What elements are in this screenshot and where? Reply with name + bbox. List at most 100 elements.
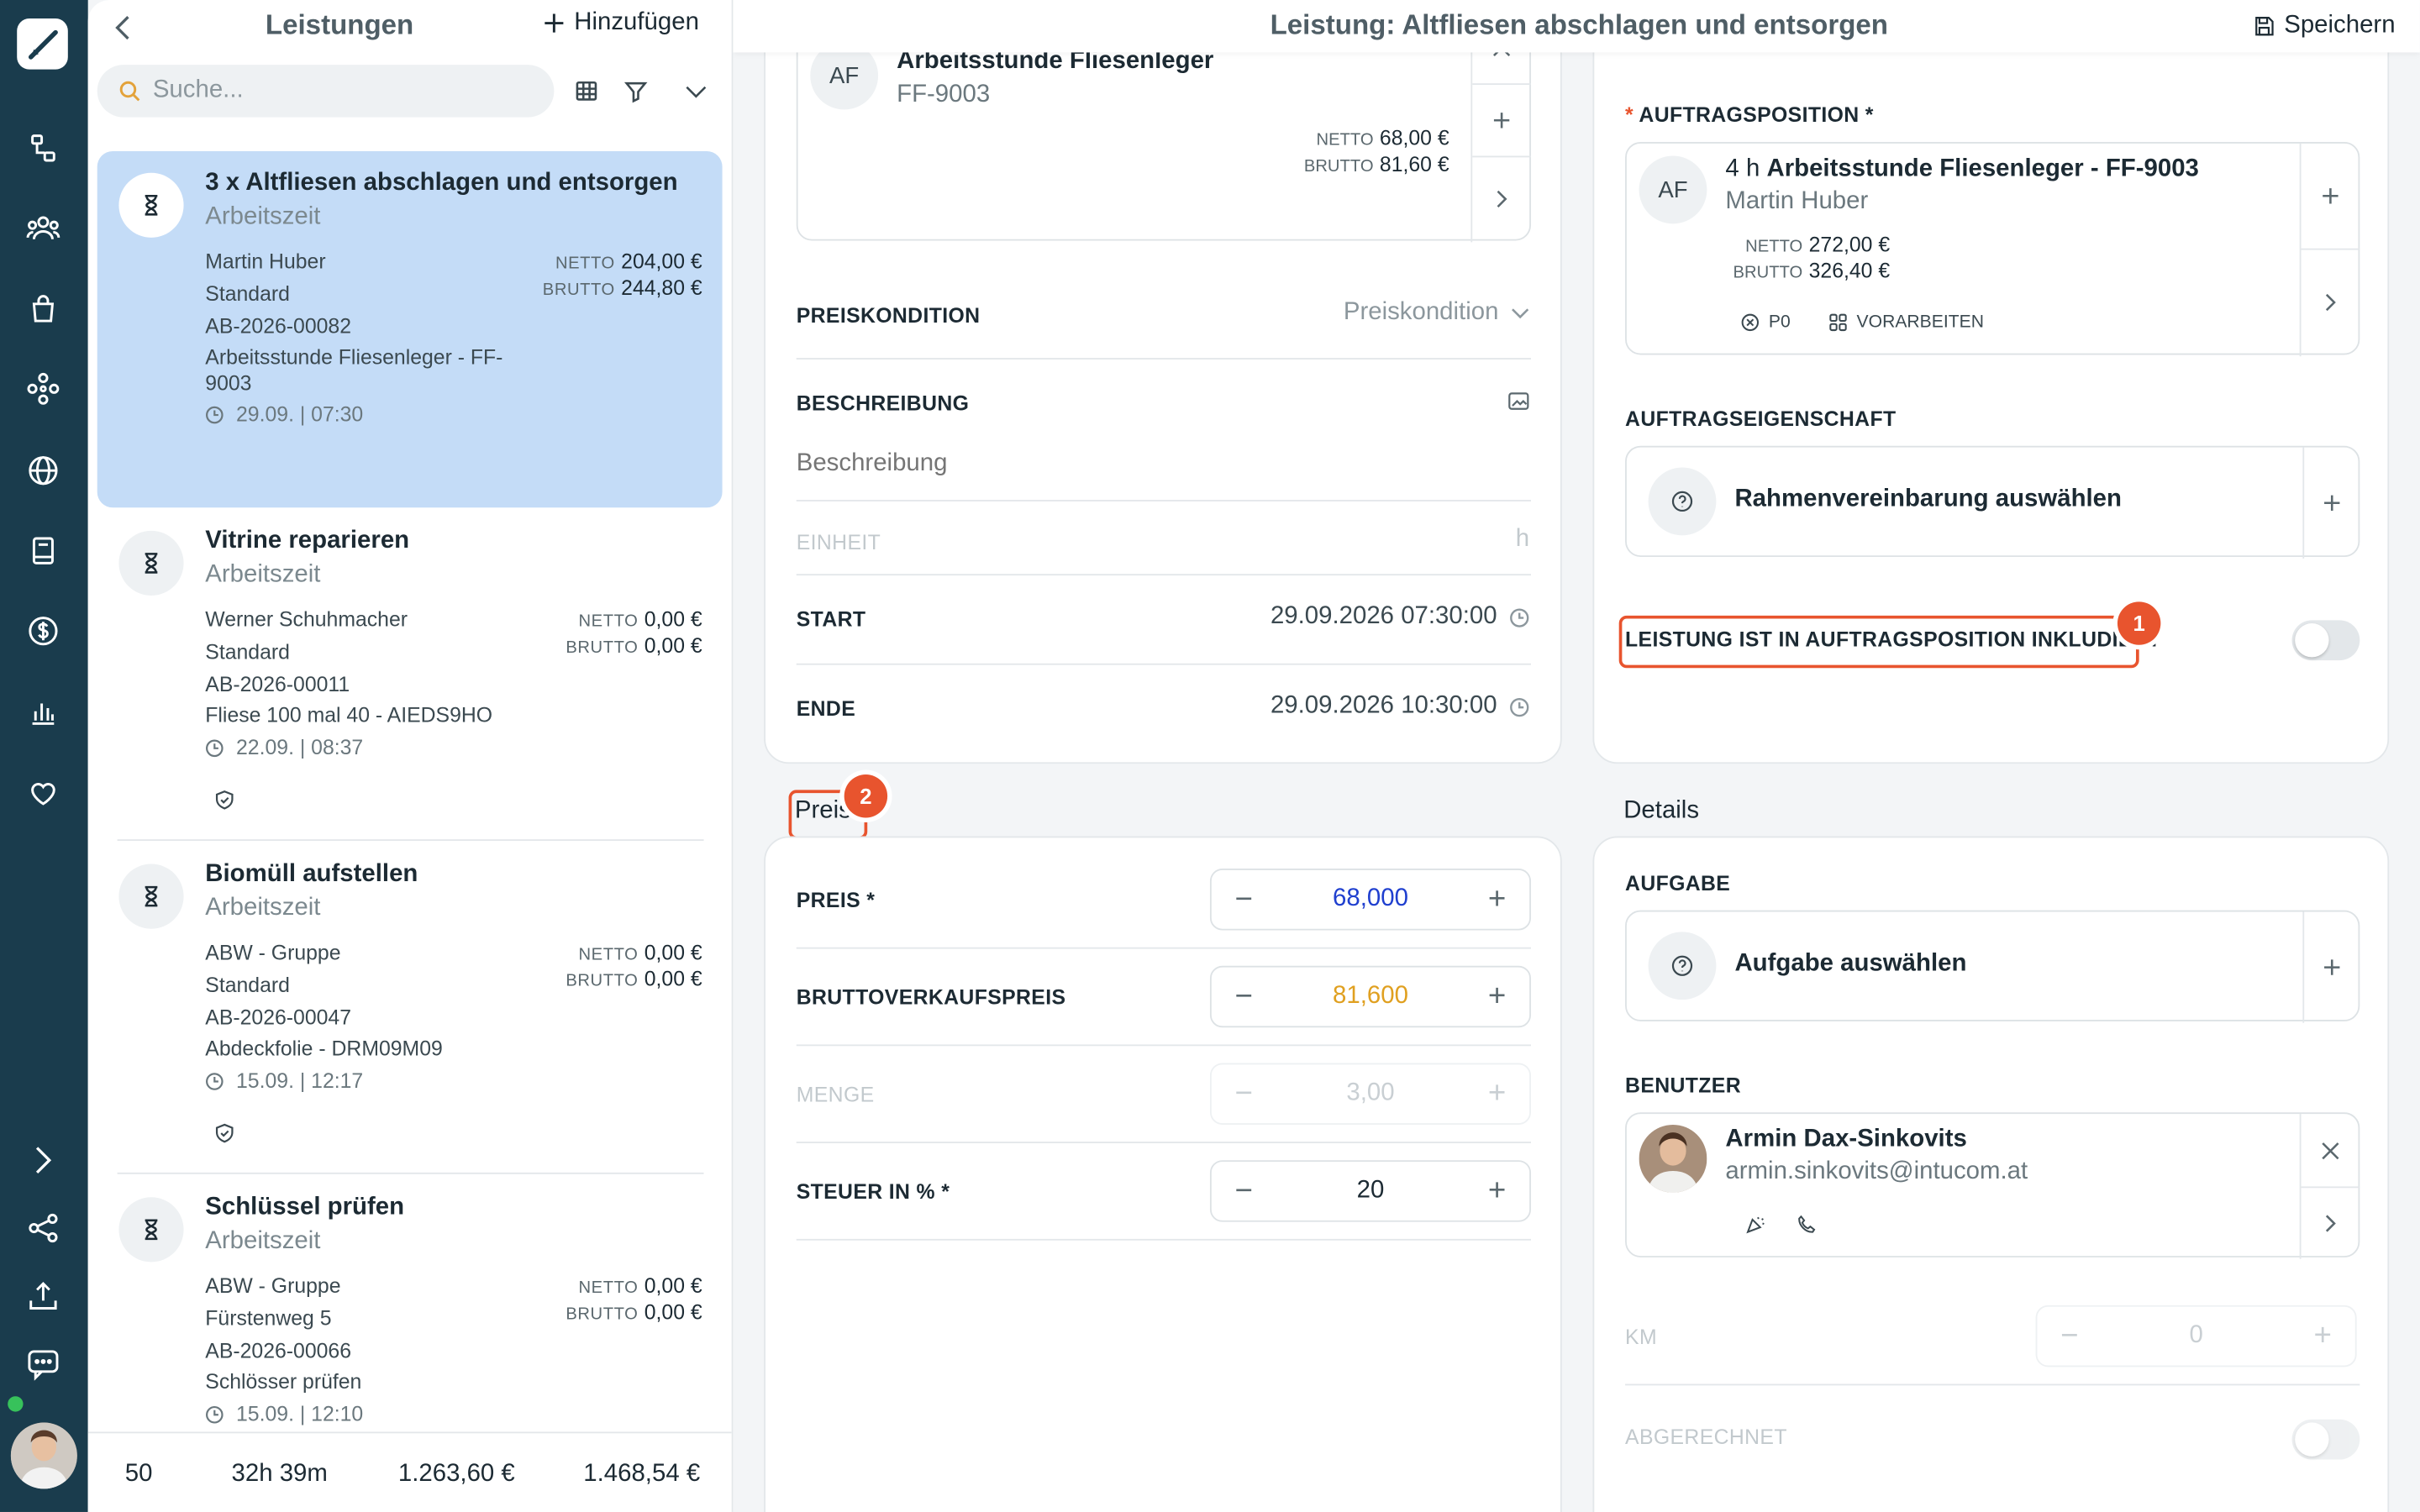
filter-icon[interactable] [619, 74, 653, 108]
list-item-brutto: BRUTTO 0,00 € [566, 1300, 702, 1324]
total-duration: 32h 39m [231, 1461, 328, 1488]
remove-button[interactable] [2302, 1114, 2360, 1186]
globe-icon[interactable] [22, 449, 65, 491]
share-icon[interactable] [22, 1206, 65, 1249]
divider [796, 358, 1532, 360]
steuer-stepper: − 20 + [1209, 1160, 1532, 1222]
plus-button[interactable]: + [1483, 1176, 1511, 1207]
benutzer-label: BENUTZER [1625, 1074, 1741, 1097]
position-title: 4 h Arbeitsstunde Fliesenleger - FF-9003 [1725, 155, 2199, 182]
preis-panel: PREIS * − 68,000 + BRUTTOVERKAUFSPREIS −… [764, 836, 1562, 1512]
clock-icon [1509, 607, 1529, 627]
dollar-icon[interactable] [22, 609, 65, 652]
save-icon [2253, 15, 2275, 37]
chevron-down-icon[interactable] [679, 74, 713, 108]
divider [796, 574, 1532, 576]
abgerechnet-label: ABGERECHNET [1625, 1425, 1787, 1449]
chat-icon[interactable] [22, 1342, 65, 1385]
add-button[interactable]: Hinzufügen [542, 9, 699, 37]
party-icon[interactable] [1745, 1214, 1765, 1234]
beschreibung-input[interactable] [796, 450, 1532, 479]
bruttoverkaufspreis-value[interactable]: 81,600 [1258, 983, 1483, 1011]
list-item-line: Standard [205, 973, 290, 997]
abgerechnet-toggle[interactable] [2291, 1419, 2360, 1460]
list-item-subtitle: Arbeitszeit [205, 203, 321, 230]
km-value: 0 [2189, 1322, 2203, 1349]
aufgabe-card[interactable]: Aufgabe auswählen [1625, 910, 2360, 1023]
preis-value[interactable]: 68,000 [1258, 885, 1483, 913]
auftragseigenschaft-card[interactable]: Rahmenvereinbarung auswählen [1625, 445, 2360, 559]
add-button[interactable] [1472, 85, 1531, 155]
list-item-brutto: BRUTTO 0,00 € [566, 967, 702, 991]
total-brutto: 1.468,54 € [583, 1461, 701, 1488]
clock-icon [205, 1072, 224, 1090]
add-button[interactable] [2302, 144, 2360, 249]
add-button-label: Hinzufügen [574, 9, 699, 36]
list-item-line: Standard [205, 640, 290, 664]
list-item-netto: NETTO 204,00 € [555, 249, 702, 274]
article-panel: AF Arbeitsstunde Fliesenleger FF-9003 NE… [764, 0, 1562, 764]
preiskondition-select[interactable]: Preiskondition [1344, 299, 1529, 327]
plus-button: + [2313, 1319, 2332, 1353]
list-item-article-cont: 9003 [205, 371, 252, 396]
minus-button[interactable]: − [1230, 884, 1258, 915]
save-button-label: Speichern [2284, 12, 2396, 39]
hourglass-icon [118, 864, 184, 929]
workflow-icon[interactable] [22, 127, 65, 170]
list-item[interactable]: Biomüll aufstellen Arbeitszeit ABW - Gru… [97, 843, 723, 1173]
shopping-bag-icon[interactable] [22, 287, 65, 330]
team-icon[interactable] [22, 207, 65, 249]
start-datetime[interactable]: 29.09.2026 07:30:00 [1270, 603, 1529, 631]
table-view-icon[interactable] [570, 74, 603, 108]
hourglass-icon [118, 1197, 184, 1263]
einheit-label: EINHEIT [796, 530, 881, 554]
detail-main: AF Arbeitsstunde Fliesenleger FF-9003 NE… [733, 0, 2420, 1512]
benutzer-card[interactable]: Armin Dax-Sinkovits armin.sinkovits@intu… [1625, 1112, 2360, 1259]
inkludiert-toggle[interactable] [2291, 620, 2360, 661]
divider [796, 1238, 1532, 1241]
auftragsposition-card[interactable]: AF 4 h Arbeitsstunde Fliesenleger - FF-9… [1625, 141, 2360, 357]
einheit-value: h [1515, 526, 1530, 553]
add-button[interactable] [2304, 911, 2360, 1022]
priority-tag: P0 [1741, 313, 1791, 332]
user-avatar[interactable] [10, 1422, 77, 1489]
minus-button[interactable]: − [1230, 981, 1258, 1012]
steuer-value[interactable]: 20 [1258, 1177, 1483, 1205]
ende-datetime[interactable]: 29.09.2026 10:30:00 [1270, 693, 1529, 721]
expand-chevron-icon[interactable] [22, 1138, 65, 1181]
bar-chart-icon[interactable] [22, 691, 65, 734]
upload-icon[interactable] [22, 1274, 65, 1317]
book-icon[interactable] [22, 529, 65, 572]
open-chevron-icon[interactable] [1472, 157, 1531, 240]
back-arrow-icon[interactable] [113, 13, 134, 44]
category-tag: VORARBEITEN [1828, 313, 1984, 332]
list-title: Leistungen [265, 9, 414, 40]
app-logo[interactable] [17, 18, 68, 70]
menge-label: MENGE [796, 1083, 875, 1106]
add-button[interactable] [2304, 448, 2360, 559]
list-item[interactable]: 3 x Altfliesen abschlagen und entsorgen … [97, 150, 723, 508]
plus-button[interactable]: + [1483, 884, 1511, 915]
total-netto: 1.263,60 € [397, 1461, 515, 1488]
list-item[interactable]: Vitrine reparieren Arbeitszeit Werner Sc… [97, 509, 723, 839]
search-input[interactable] [152, 76, 508, 105]
hourglass-icon [118, 530, 184, 596]
heart-icon[interactable] [22, 771, 65, 814]
phone-icon[interactable] [1797, 1214, 1817, 1234]
save-button[interactable]: Speichern [2253, 12, 2396, 40]
plus-button[interactable]: + [1483, 981, 1511, 1012]
image-icon[interactable] [1507, 392, 1529, 411]
minus-button[interactable]: − [1230, 1176, 1258, 1207]
hourglass-icon [118, 172, 184, 238]
list-item[interactable]: Schlüssel prüfen Arbeitszeit ABW - Grupp… [97, 1176, 723, 1432]
article-brutto: BRUTTO 81,60 € [1303, 152, 1449, 176]
menge-stepper: − 3,00 + [1209, 1063, 1532, 1125]
network-icon[interactable] [22, 367, 65, 410]
list-item-number: AB-2026-00011 [205, 672, 350, 696]
open-chevron-icon[interactable] [2302, 1188, 2360, 1257]
open-chevron-icon[interactable] [2302, 250, 2360, 355]
divider [796, 947, 1532, 949]
list-item-article: Schlösser prüfen [205, 1369, 362, 1394]
highlight-marker [1618, 615, 2139, 669]
article-netto: NETTO 68,00 € [1316, 126, 1449, 150]
